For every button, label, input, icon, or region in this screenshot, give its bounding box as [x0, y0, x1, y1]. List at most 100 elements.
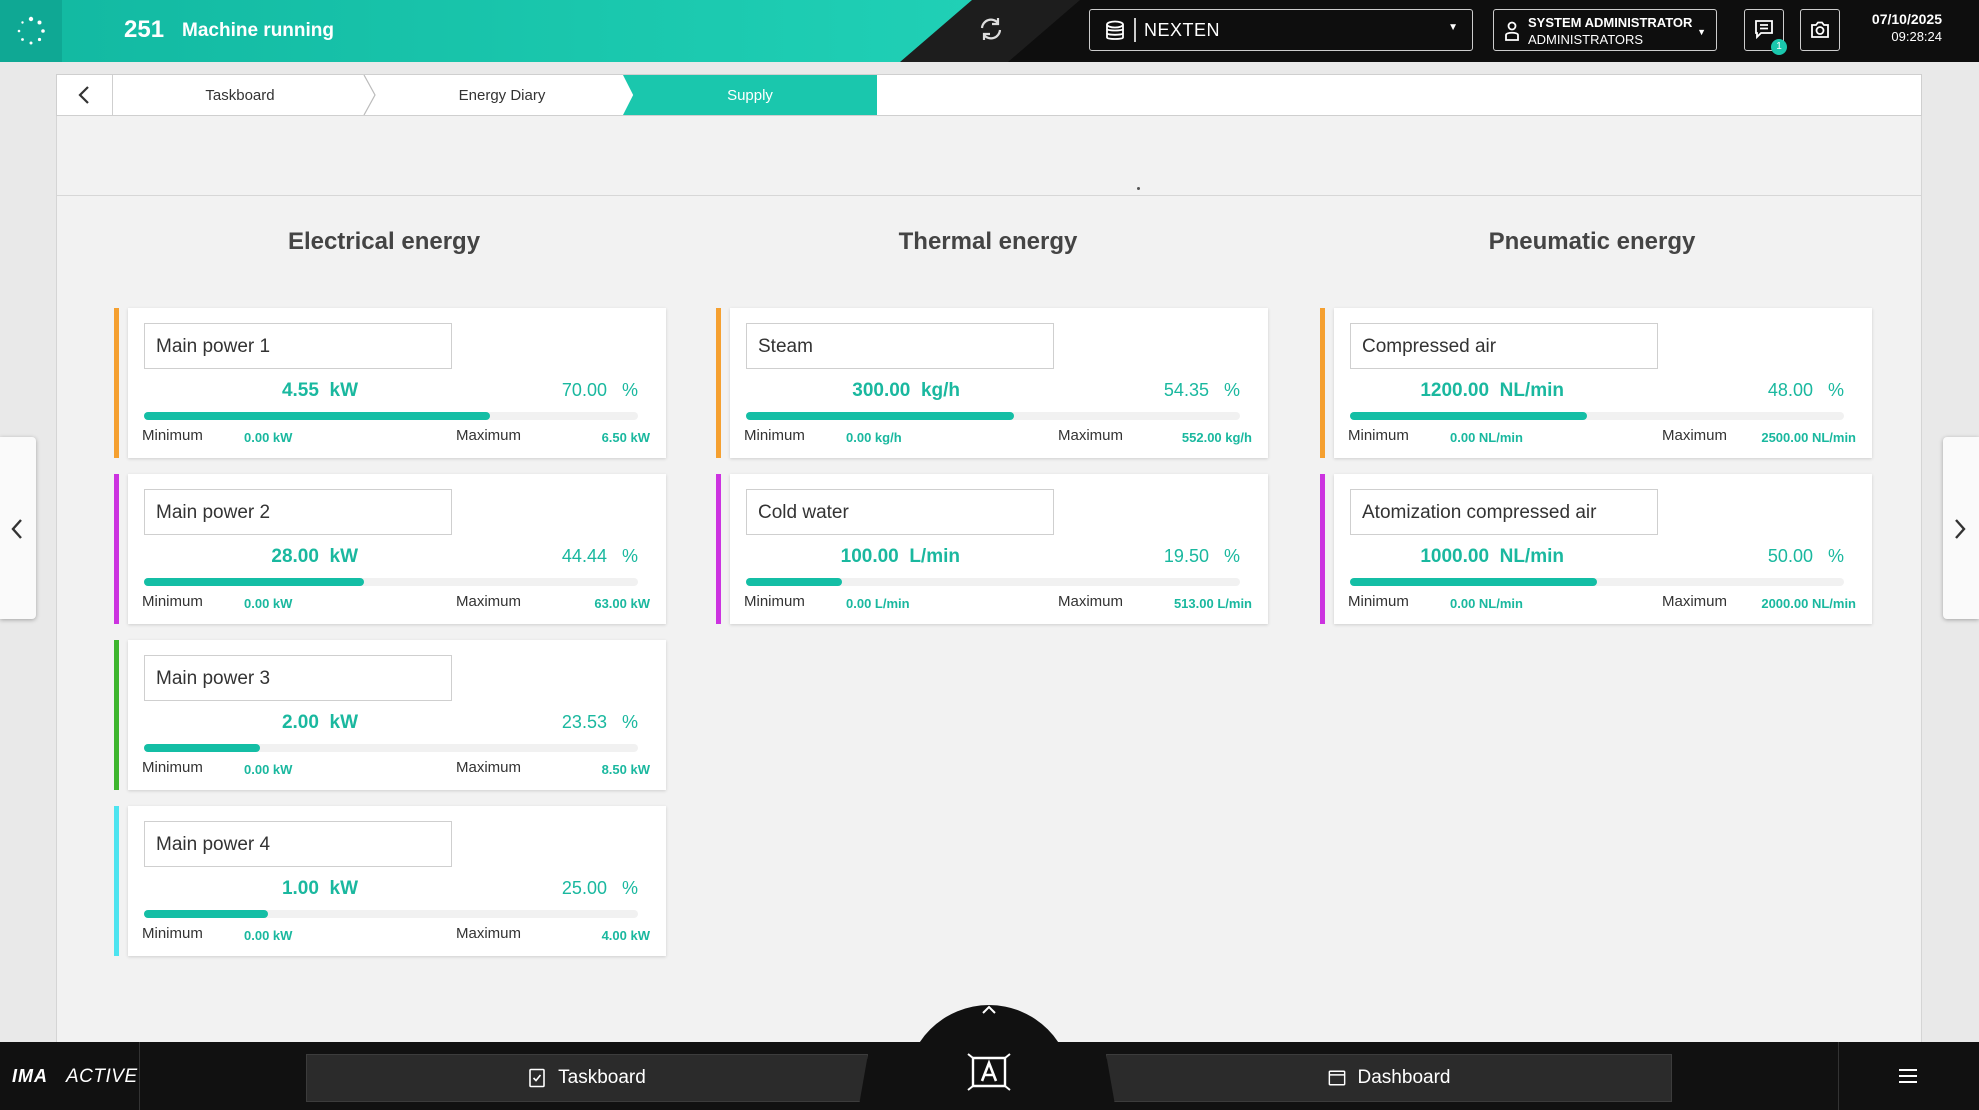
hmi-center-icon[interactable] — [964, 1050, 1014, 1096]
maximum-value: 2500.00 NL/min — [1761, 430, 1856, 445]
card-percent-number: 70.00 — [561, 380, 607, 400]
pneumatic-energy-title: Pneumatic energy — [1488, 228, 1696, 255]
card-value-unit: L/min — [909, 546, 960, 567]
breadcrumb: Taskboard Energy Diary Supply — [56, 74, 1922, 116]
card-percent: 54.35 % — [1030, 380, 1240, 401]
breadcrumb-taskboard[interactable]: Taskboard — [113, 75, 367, 115]
maximum-label: Maximum — [455, 759, 521, 776]
energy-card: Steam 300.00 kg/h 54.35 % Minimum 0.00 kg/h M… — [716, 308, 1268, 458]
maximum-value: 552.00 kg/h — [1181, 430, 1252, 445]
left-arrow-icon — [11, 519, 22, 539]
progress-fill — [1350, 578, 1597, 586]
ima-active-logo: IMA ACTIVE — [0, 1042, 140, 1110]
card-percent: 50.00 % — [1634, 546, 1844, 567]
messages-button[interactable]: 1 — [1744, 9, 1787, 55]
caret-up-icon[interactable] — [981, 1004, 997, 1016]
chevron-down-icon: ▼ — [1448, 22, 1458, 33]
card-percent: 44.44 % — [428, 546, 638, 567]
progress-fill — [746, 412, 1015, 420]
card-percent-unit: % — [621, 878, 638, 898]
notification-badge: 1 — [1771, 39, 1787, 55]
card-name: Atomization compressed air — [1350, 489, 1658, 535]
maximum-value: 513.00 L/min — [1173, 596, 1252, 611]
maximum-value: 2000.00 NL/min — [1761, 596, 1856, 611]
user-menu[interactable]: SYSTEM ADMINISTRATOR ADMINISTRATORS ▼ — [1493, 9, 1717, 51]
machine-number: 251 — [124, 16, 165, 43]
progress-fill — [746, 578, 843, 586]
energy-card: Atomization compressed air 1000.00 NL/min… — [1320, 474, 1872, 624]
top-bar: 251 Machine running NEXTEN ▼ SYSTEM ADMI… — [0, 0, 1979, 62]
previous-page-button[interactable] — [0, 437, 36, 619]
card-value-unit: kg/h — [920, 380, 960, 401]
card-value: 28.00 kW — [128, 546, 358, 568]
message-icon — [1755, 20, 1773, 39]
card-percent-number: 25.00 — [561, 878, 607, 898]
card-accent-bar — [114, 806, 119, 956]
maximum-label: Maximum — [455, 593, 521, 610]
card-accent-bar — [114, 474, 119, 624]
card-name: Main power 1 — [144, 323, 452, 369]
card-value-unit: NL/min — [1499, 546, 1564, 567]
taskboard-button[interactable]: Taskboard — [306, 1054, 868, 1102]
card-value-number: 300.00 — [852, 380, 911, 401]
user-group: ADMINISTRATORS — [1528, 32, 1644, 47]
dashboard-button[interactable]: Dashboard — [1106, 1054, 1672, 1102]
card-accent-bar — [1320, 474, 1325, 624]
time-display: 09:28:24 — [1891, 29, 1942, 44]
card-value-unit: NL/min — [1499, 380, 1564, 401]
breadcrumb-energy-diary[interactable]: Energy Diary — [375, 75, 629, 115]
card-name: Compressed air — [1350, 323, 1658, 369]
progress-track — [1350, 578, 1844, 586]
card-value-unit: kW — [329, 546, 359, 567]
back-button[interactable] — [57, 75, 113, 115]
menu-icon — [1899, 1069, 1917, 1083]
database-separator — [1134, 18, 1136, 42]
card-value-number: 1.00 — [281, 878, 319, 899]
progress-track — [144, 744, 638, 752]
chevron-down-icon: ▼ — [1697, 27, 1706, 37]
main-menu-button[interactable] — [1838, 1042, 1979, 1110]
progress-fill — [1350, 412, 1588, 420]
dashboard-icon — [1328, 1070, 1345, 1086]
energy-card: Main power 1 4.55 kW 70.00 % Minimum 0.00 kW… — [114, 308, 666, 458]
card-percent: 25.00 % — [428, 878, 638, 899]
card-value: 300.00 kg/h — [730, 380, 960, 402]
progress-fill — [144, 578, 364, 586]
database-select[interactable]: NEXTEN ▼ — [1089, 9, 1473, 51]
taskboard-icon — [529, 1068, 545, 1088]
card-percent-unit: % — [621, 712, 638, 732]
maximum-label: Maximum — [1661, 427, 1727, 444]
progress-fill — [144, 910, 268, 918]
energy-card: Main power 3 2.00 kW 23.53 % Minimum 0.00 kW… — [114, 640, 666, 790]
card-value-number: 2.00 — [281, 712, 319, 733]
breadcrumb-supply[interactable]: Supply — [623, 75, 877, 115]
user-name: SYSTEM ADMINISTRATOR — [1528, 15, 1693, 30]
card-accent-bar — [716, 308, 721, 458]
thermal-energy-title: Thermal energy — [898, 228, 1078, 255]
sync-icon[interactable] — [976, 14, 1006, 44]
machine-status-text: Machine running — [182, 20, 334, 41]
back-chevron-icon — [78, 86, 89, 104]
card-value: 1200.00 NL/min — [1334, 380, 1564, 402]
progress-track — [144, 578, 638, 586]
progress-fill — [144, 412, 490, 420]
maximum-value: 8.50 kW — [601, 762, 650, 777]
camera-icon — [1811, 21, 1829, 38]
card-percent-unit: % — [1827, 380, 1844, 400]
progress-fill — [144, 744, 261, 752]
card-percent: 70.00 % — [428, 380, 638, 401]
card-percent-unit: % — [1223, 546, 1240, 566]
card-percent: 48.00 % — [1634, 380, 1844, 401]
card-percent-unit: % — [1827, 546, 1844, 566]
taskboard-label: Taskboard — [558, 1067, 646, 1088]
screenshot-button[interactable] — [1800, 9, 1840, 51]
card-name: Steam — [746, 323, 1054, 369]
next-page-button[interactable] — [1943, 437, 1979, 619]
progress-track — [144, 910, 638, 918]
card-value-number: 100.00 — [840, 546, 899, 567]
progress-track — [1350, 412, 1844, 420]
card-accent-bar — [114, 640, 119, 790]
progress-track — [144, 412, 638, 420]
card-percent-unit: % — [1223, 380, 1240, 400]
card-value: 100.00 L/min — [730, 546, 960, 568]
